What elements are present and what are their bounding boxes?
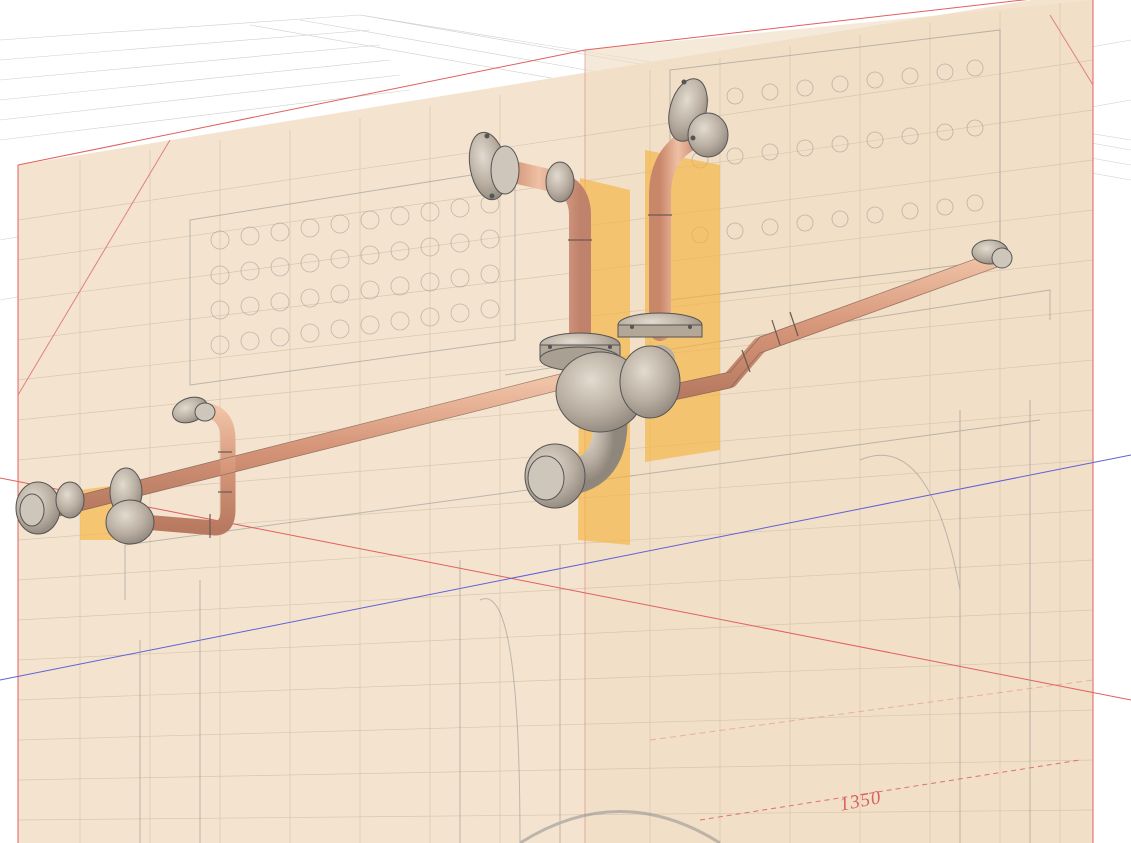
3d-viewport[interactable]: 1350 — [0, 0, 1131, 843]
canvas-scene[interactable] — [0, 0, 1131, 843]
